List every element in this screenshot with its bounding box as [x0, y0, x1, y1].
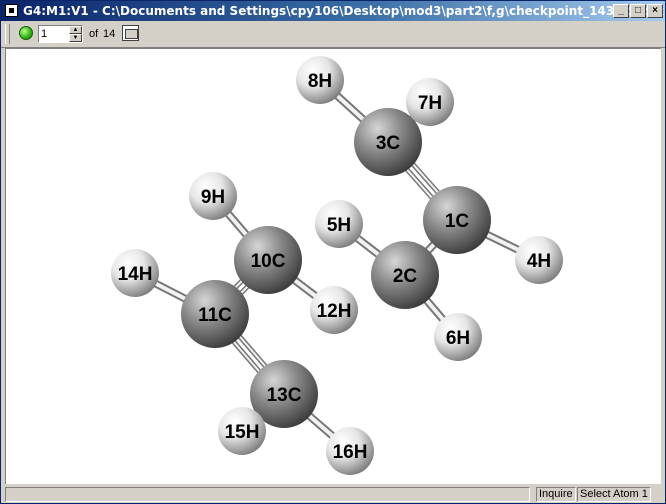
toolbar-grip[interactable]: [5, 24, 10, 44]
atom-label: 14H: [118, 264, 153, 285]
atom-label: 12H: [317, 301, 352, 322]
atom-2C[interactable]: 2C: [371, 241, 439, 309]
atom-label: 1C: [445, 211, 470, 232]
status-mode: Inquire: [536, 487, 576, 502]
atom-9H[interactable]: 9H: [189, 172, 237, 220]
movie-icon[interactable]: [122, 25, 139, 41]
title-bar[interactable]: G4:M1:V1 - C:\Documents and Settings\cpy…: [1, 1, 665, 21]
atom-5H[interactable]: 5H: [315, 200, 363, 248]
total-frames: 14: [103, 28, 116, 40]
minimize-button[interactable]: _: [613, 4, 629, 18]
atom-label: 15H: [225, 422, 260, 443]
molecule-viewport[interactable]: 8H 7H 3C 1C 5H 9H 10C 4H 2C 14H 11C 12H 6H 13C 15H 16H: [5, 48, 661, 484]
spin-down-button[interactable]: ▼: [69, 34, 82, 42]
of-label: of: [89, 28, 99, 40]
molecule-canvas[interactable]: 8H 7H 3C 1C 5H 9H 10C 4H 2C 14H 11C 12H 6H 13C 15H 16H: [6, 49, 660, 483]
frame-number-input[interactable]: [41, 27, 67, 41]
atom-15H[interactable]: 15H: [218, 407, 266, 455]
play-icon[interactable]: [19, 26, 33, 40]
atom-label: 13C: [267, 385, 302, 406]
atom-11C[interactable]: 11C: [181, 280, 249, 348]
atom-label: 7H: [418, 93, 442, 114]
atom-label: 16H: [333, 442, 368, 463]
atom-7H[interactable]: 7H: [406, 78, 454, 126]
atom-8H[interactable]: 8H: [296, 56, 344, 104]
atom-12H[interactable]: 12H: [310, 286, 358, 334]
atom-4H[interactable]: 4H: [515, 236, 563, 284]
maximize-button[interactable]: □: [630, 4, 646, 18]
app-icon[interactable]: [5, 4, 18, 17]
frame-spinbox[interactable]: ▲ ▼: [38, 25, 83, 43]
status-bar: Inquire Select Atom 1: [1, 486, 665, 503]
animation-toolbar: ▲ ▼ of 14: [1, 21, 665, 48]
window-title: G4:M1:V1 - C:\Documents and Settings\cpy…: [23, 4, 665, 18]
atom-10C[interactable]: 10C: [234, 226, 302, 294]
atom-label: 6H: [446, 328, 470, 349]
atom-1C[interactable]: 1C: [423, 186, 491, 254]
gaussview-window: G4:M1:V1 - C:\Documents and Settings\cpy…: [0, 0, 666, 504]
atom-label: 11C: [198, 305, 232, 326]
atom-label: 9H: [201, 187, 225, 208]
atom-label: 5H: [327, 215, 351, 236]
atom-3C[interactable]: 3C: [354, 108, 422, 176]
atom-label: 10C: [251, 251, 286, 272]
atom-label: 3C: [376, 133, 401, 154]
close-button[interactable]: ×: [647, 4, 663, 18]
atom-14H[interactable]: 14H: [111, 249, 159, 297]
spin-up-button[interactable]: ▲: [69, 26, 82, 34]
status-message-area: [5, 487, 530, 502]
status-select-atom: Select Atom 1: [577, 487, 651, 502]
atom-label: 4H: [527, 251, 551, 272]
atom-6H[interactable]: 6H: [434, 313, 482, 361]
atom-label: 2C: [393, 266, 418, 287]
atom-16H[interactable]: 16H: [326, 427, 374, 475]
atom-label: 8H: [308, 71, 332, 92]
